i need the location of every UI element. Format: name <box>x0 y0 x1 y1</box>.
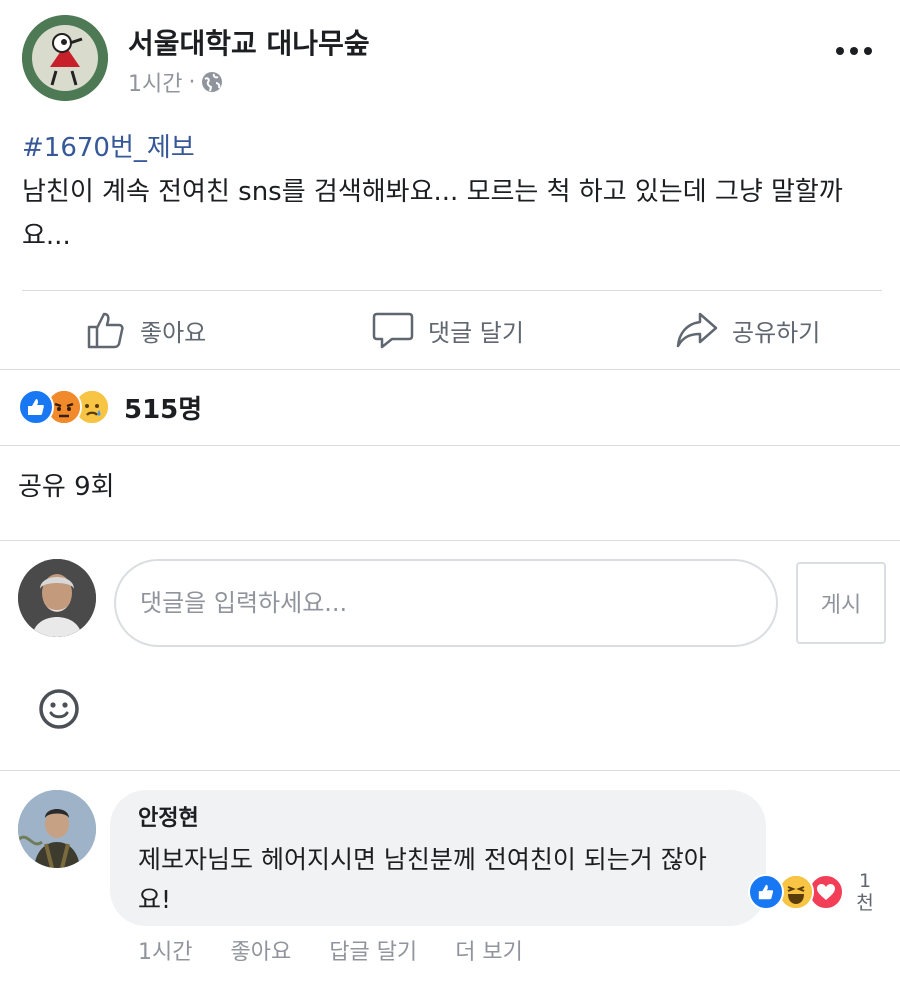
emoji-icon[interactable] <box>38 688 80 730</box>
divider <box>0 369 900 370</box>
avatar[interactable] <box>18 559 96 637</box>
more-dot <box>850 47 858 55</box>
globe-icon <box>202 72 223 92</box>
like-reaction-icon <box>748 874 784 910</box>
share-count[interactable]: 공유 9회 <box>18 466 115 503</box>
commenter-avatar[interactable] <box>18 790 96 868</box>
divider <box>0 770 900 771</box>
comment-reaction-count: 1천 <box>856 870 874 914</box>
post-body: 남친이 계속 전여친 sns를 검색해봐요... 모르는 척 하고 있는데 그냥… <box>22 177 843 251</box>
like-reaction-icon <box>18 389 54 425</box>
more-dot <box>836 47 844 55</box>
comment-more-button[interactable]: 더 보기 <box>455 934 523 966</box>
comment-reply-button[interactable]: 답글 달기 <box>329 934 417 966</box>
page-name[interactable]: 서울대학교 대나무숲 <box>128 22 370 62</box>
divider <box>0 540 900 541</box>
post-comment-button[interactable]: 게시 <box>796 562 886 644</box>
comment-input[interactable] <box>114 559 778 647</box>
post-header: 서울대학교 대나무숲 1시간 · <box>0 0 900 110</box>
comment-button[interactable]: 댓글 달기 <box>372 292 524 368</box>
reaction-count: 515명 <box>124 394 203 425</box>
more-dot <box>864 47 872 55</box>
divider <box>22 290 882 291</box>
post-hashtag[interactable]: #1670번_제보 <box>22 126 882 170</box>
comment-like-button[interactable]: 좋아요 <box>230 934 291 966</box>
comment-bubble-icon <box>372 312 414 349</box>
like-label: 좋아요 <box>140 318 207 347</box>
post-actions: 좋아요 댓글 달기 공유하기 <box>0 292 900 368</box>
share-button[interactable]: 공유하기 <box>676 292 820 368</box>
comment-time[interactable]: 1시간 <box>138 934 192 966</box>
meta-separator: · <box>188 69 196 95</box>
thumbs-up-icon <box>87 312 124 349</box>
comment-reactions[interactable]: 1천 <box>748 870 878 914</box>
like-button[interactable]: 좋아요 <box>86 292 206 368</box>
share-label: 공유하기 <box>732 318 821 347</box>
reactions-summary[interactable]: 515명 <box>18 384 202 430</box>
share-arrow-icon <box>676 312 718 348</box>
post-meta: 1시간 · <box>128 66 223 98</box>
commenter-name[interactable]: 안정현 <box>138 804 738 834</box>
comment-label: 댓글 달기 <box>428 318 524 347</box>
post-content: #1670번_제보 남친이 계속 전여친 sns를 검색해봐요... 모르는 척… <box>22 126 882 258</box>
divider <box>0 445 900 446</box>
comment-bubble: 안정현 제보자님도 헤어지시면 남친분께 전여친이 되는거 잖아요! <box>110 790 766 926</box>
page-avatar[interactable] <box>22 15 108 101</box>
post-time[interactable]: 1시간 <box>128 66 182 98</box>
more-options-button[interactable] <box>832 36 876 66</box>
comment-text: 제보자님도 헤어지시면 남친분께 전여친이 되는거 잖아요! <box>138 845 707 914</box>
comment-actions: 1시간 좋아요 답글 달기 더 보기 <box>138 934 523 966</box>
